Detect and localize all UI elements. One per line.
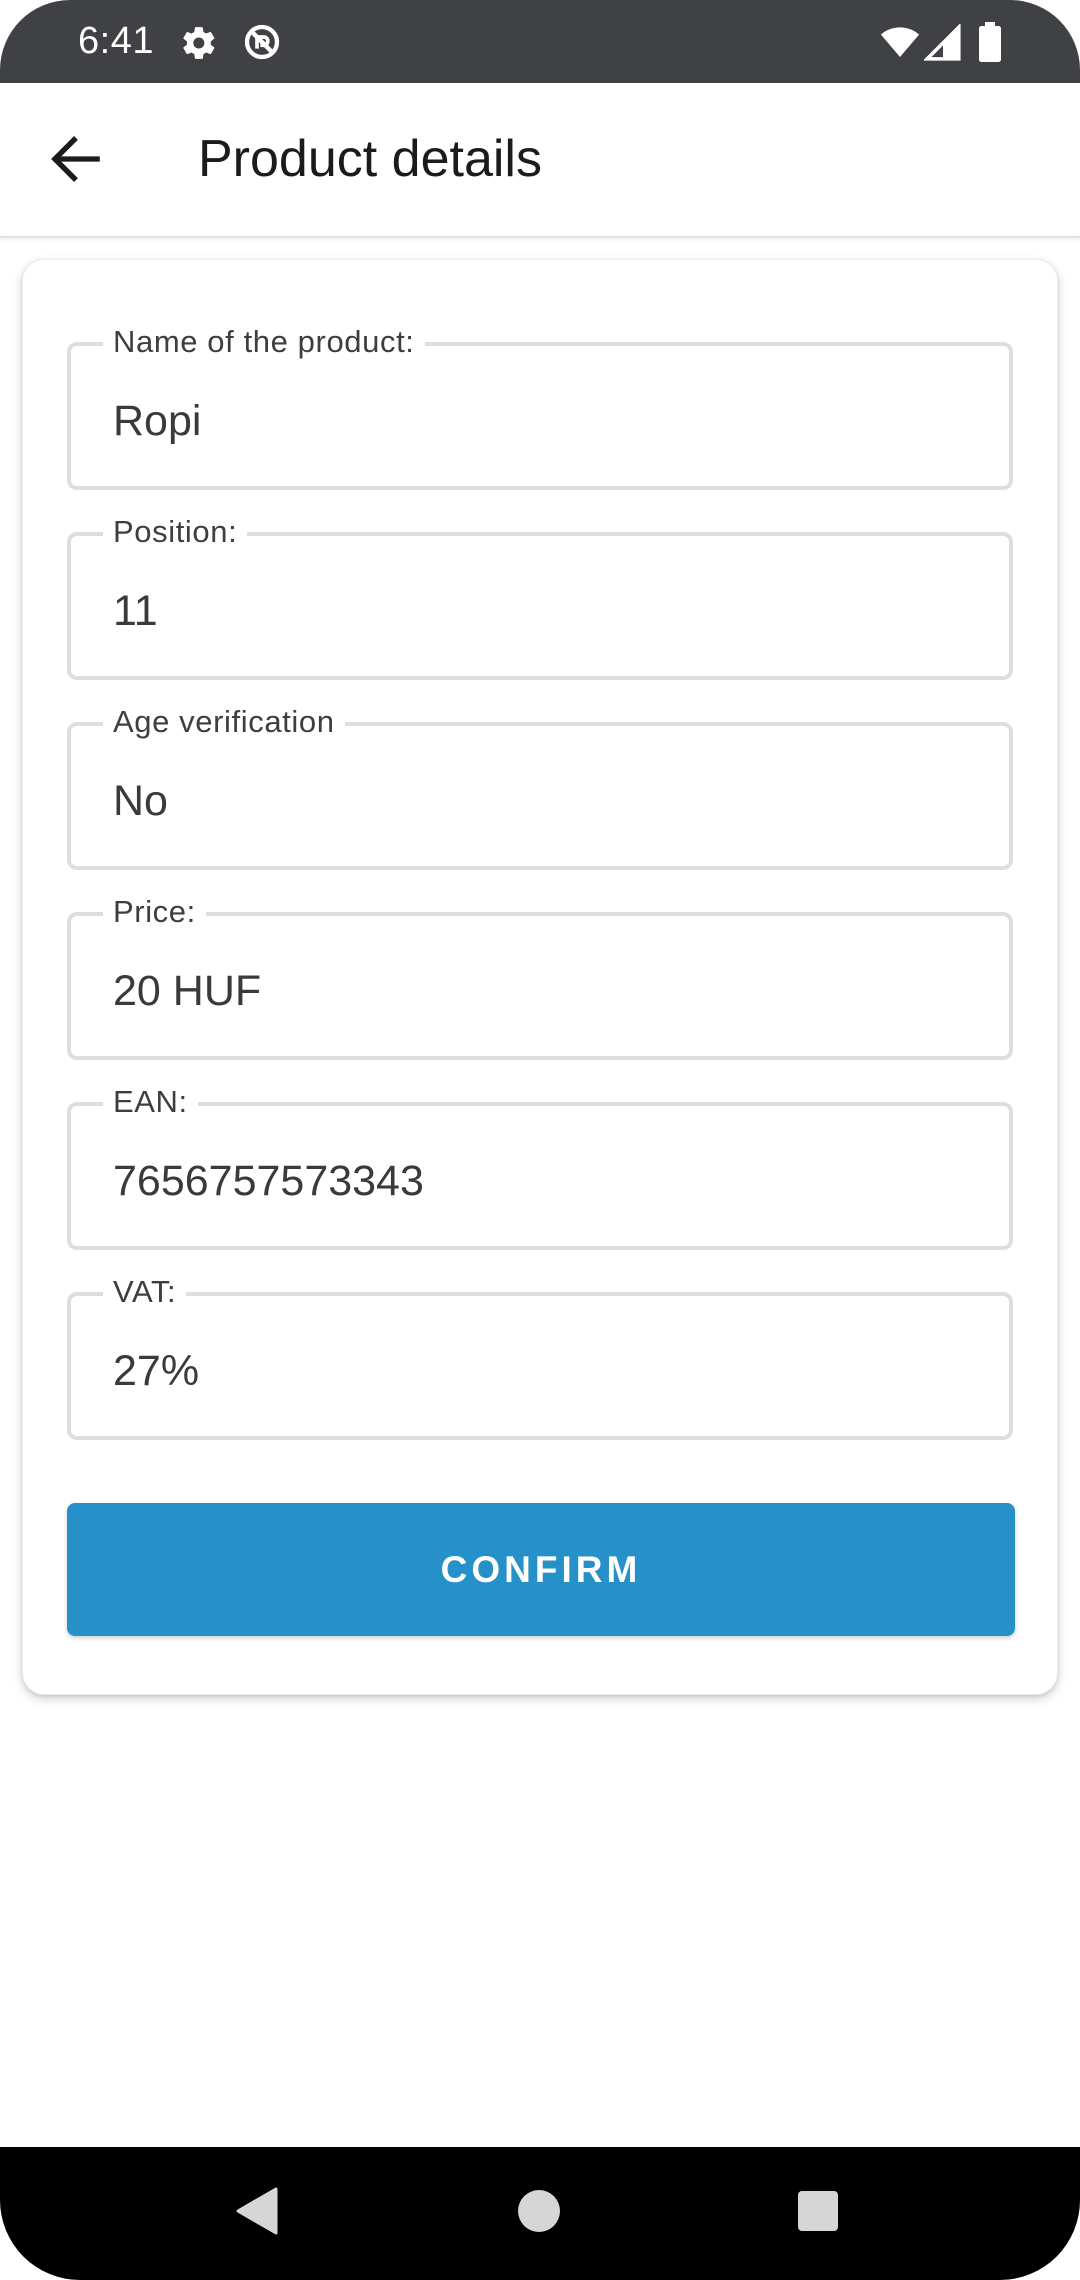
position-field[interactable]: Position: 11 [67,514,1013,680]
age-verification-field[interactable]: Age verification No [67,704,1013,870]
nav-home-button[interactable] [503,2177,575,2249]
navigation-bar [0,2147,1080,2280]
price-value: 20 HUF [113,967,262,1015]
no-sync-icon [242,22,282,67]
confirm-button[interactable]: CONFIRM [67,1503,1015,1636]
price-label: Price: [103,894,206,930]
product-name-label: Name of the product: [103,324,425,360]
status-bar: 6:41 [0,0,1080,83]
nav-back-button[interactable] [222,2177,294,2249]
wifi-icon [880,24,920,65]
nav-recents-button[interactable] [782,2177,854,2249]
arrow-back-icon [50,135,102,187]
age-verification-value: No [113,777,168,825]
gear-icon [180,24,218,67]
age-verification-label: Age verification [103,704,345,740]
signal-icon [922,22,962,67]
ean-label: EAN: [103,1084,198,1120]
ean-field[interactable]: EAN: 7656757573343 [67,1084,1013,1250]
price-field[interactable]: Price: 20 HUF [67,894,1013,1060]
nav-recents-icon [797,2190,839,2237]
position-label: Position: [103,514,248,550]
app-bar: Product details [0,83,1080,238]
product-name-field[interactable]: Name of the product: Ropi [67,324,1013,490]
nav-home-icon [517,2189,561,2238]
battery-icon [978,22,1002,67]
status-time: 6:41 [78,20,154,62]
vat-value: 27% [113,1347,200,1395]
product-name-value: Ropi [113,397,202,445]
position-value: 11 [113,587,158,635]
product-details-card: Name of the product: Ropi Position: 11 A… [22,259,1058,1695]
vat-field[interactable]: VAT: 27% [67,1274,1013,1440]
page-title: Product details [198,130,542,188]
ean-value: 7656757573343 [113,1157,424,1205]
vat-label: VAT: [103,1274,187,1310]
back-button[interactable] [36,125,116,197]
nav-back-icon [236,2187,280,2240]
